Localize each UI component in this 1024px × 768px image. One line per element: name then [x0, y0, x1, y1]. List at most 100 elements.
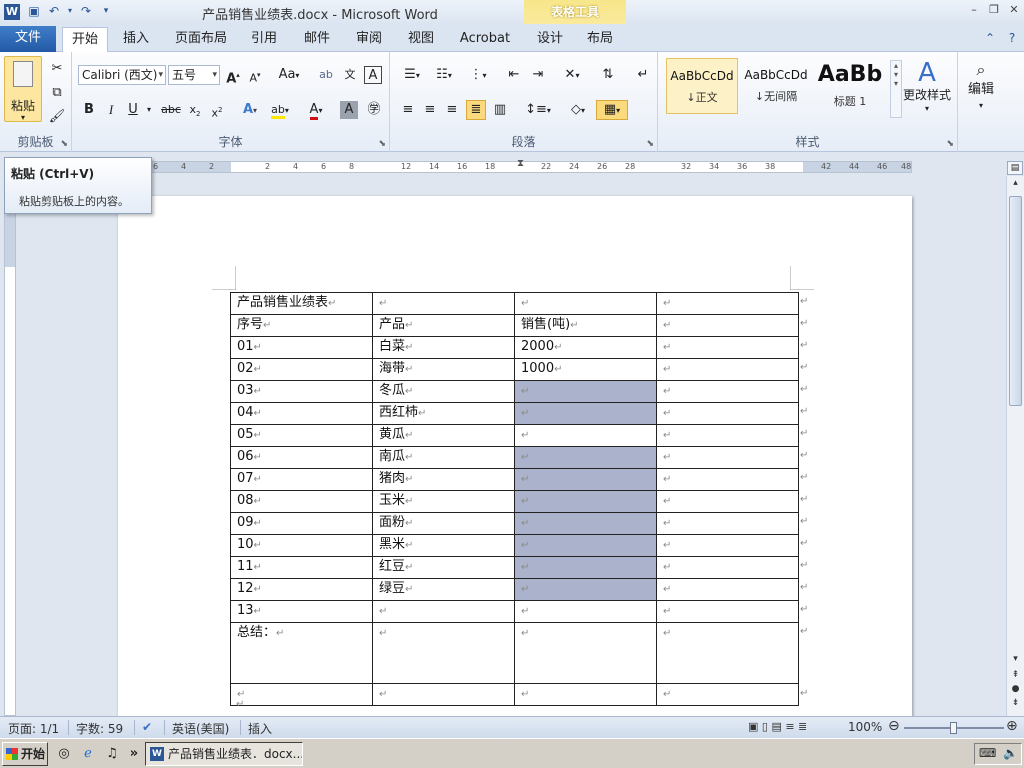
status-language[interactable]: 英语(美国): [172, 720, 229, 737]
table-cell[interactable]: ↵: [656, 380, 799, 403]
table-cell[interactable]: 07↵: [230, 468, 373, 491]
table-cell[interactable]: ↵: [372, 683, 515, 706]
tab-file[interactable]: 文件: [0, 26, 56, 52]
table-cell[interactable]: 08↵: [230, 490, 373, 513]
font-color-icon[interactable]: A▾: [304, 99, 328, 121]
table-cell[interactable]: 01↵: [230, 336, 373, 359]
clear-formatting-icon[interactable]: ab: [316, 64, 336, 86]
table-cell[interactable]: 02↵: [230, 358, 373, 381]
paragraph-launcher-icon[interactable]: ⬊: [646, 139, 654, 149]
copy-icon[interactable]: ⧉: [48, 82, 66, 104]
next-page-icon[interactable]: ⇟: [1009, 698, 1022, 708]
tab-acrobat[interactable]: Acrobat: [454, 27, 516, 52]
paste-button[interactable]: 粘贴 ▾: [4, 56, 42, 122]
table-cell[interactable]: ↵: [656, 468, 799, 491]
text-effects-icon[interactable]: A▾: [238, 99, 262, 121]
style-gallery-scroll[interactable]: ▴ ▾ ▾: [890, 60, 902, 118]
table-cell[interactable]: 黑米↵: [372, 534, 515, 557]
zoom-out-icon[interactable]: ⊖: [888, 718, 900, 734]
table-cell[interactable]: ↵: [514, 446, 657, 469]
table-cell[interactable]: ↵: [514, 292, 657, 315]
table-cell[interactable]: ↵: [656, 534, 799, 557]
tab-view[interactable]: 视图: [401, 27, 441, 52]
highlight-icon[interactable]: ab▾: [268, 99, 292, 121]
underline-icon[interactable]: U: [124, 99, 142, 121]
enclose-characters-icon[interactable]: ㊫: [364, 99, 384, 121]
decrease-indent-icon[interactable]: ⇤: [504, 64, 524, 86]
table-cell[interactable]: ↵: [372, 622, 515, 684]
zoom-level[interactable]: 100%: [848, 720, 882, 734]
justify-icon[interactable]: ≣: [466, 100, 486, 120]
table-cell[interactable]: 2000↵: [514, 336, 657, 359]
table-cell[interactable]: 玉米↵: [372, 490, 515, 513]
table-cell[interactable]: 序号↵: [230, 314, 373, 337]
table-row[interactable]: 产品销售业绩表↵ ↵ ↵ ↵: [230, 292, 799, 315]
table-cell[interactable]: ↵: [656, 314, 799, 337]
table-cell[interactable]: ↵: [230, 683, 373, 706]
taskbar-word-document[interactable]: W 产品销售业绩表．docx...: [145, 742, 303, 766]
help-icon[interactable]: ?: [1004, 30, 1020, 46]
numbering-icon[interactable]: ☷▾: [430, 64, 458, 86]
table-cell[interactable]: ↵: [656, 292, 799, 315]
table-cell[interactable]: ↵: [656, 336, 799, 359]
tab-mailings[interactable]: 邮件: [297, 27, 337, 52]
table-cell[interactable]: ↵: [514, 490, 657, 513]
media-icon[interactable]: ♫: [104, 746, 120, 762]
styles-launcher-icon[interactable]: ⬊: [946, 139, 954, 149]
document-page[interactable]: 产品销售业绩表↵ ↵ ↵ ↵ 序号↵ 产品↵ 销售(吨)↵ ↵ 01↵ 白菜↵ 2000↵ ↵ 02↵ 海…: [118, 196, 912, 716]
table-row[interactable]: 序号↵ 产品↵ 销售(吨)↵ ↵: [230, 314, 799, 337]
change-styles-button[interactable]: A 更改样式 ▾: [902, 58, 952, 118]
table-row[interactable]: 08↵ 玉米↵ ↵ ↵: [230, 490, 799, 513]
table-cell[interactable]: ↵: [656, 512, 799, 535]
sort-icon[interactable]: ⇅: [598, 64, 618, 86]
status-page[interactable]: 页面: 1/1: [8, 720, 59, 737]
table-cell[interactable]: ↵: [514, 402, 657, 425]
minimize-ribbon-icon[interactable]: ⌃: [982, 30, 998, 46]
table-cell[interactable]: 03↵: [230, 380, 373, 403]
vertical-ruler[interactable]: [4, 196, 16, 716]
table-row[interactable]: 09↵ 面粉↵ ↵ ↵: [230, 512, 799, 535]
table-cell[interactable]: 1000↵: [514, 358, 657, 381]
align-left-icon[interactable]: ≡: [398, 99, 418, 121]
table-cell[interactable]: ↵: [514, 600, 657, 623]
tab-insert[interactable]: 插入: [116, 27, 156, 52]
table-cell[interactable]: ↵: [656, 600, 799, 623]
view-ruler-icon[interactable]: ▤: [1007, 161, 1023, 175]
table-cell[interactable]: ↵: [656, 402, 799, 425]
status-word-count[interactable]: 字数: 59: [76, 720, 123, 737]
table-cell[interactable]: 冬瓜↵: [372, 380, 515, 403]
tab-home[interactable]: 开始: [62, 27, 108, 52]
tab-design[interactable]: 设计: [530, 27, 570, 52]
subscript-icon[interactable]: x2: [186, 99, 204, 121]
start-button[interactable]: 开始: [2, 742, 48, 766]
table-cell[interactable]: 西红柿↵: [372, 402, 515, 425]
clipboard-launcher-icon[interactable]: ⬊: [60, 139, 68, 149]
table-row[interactable]: 01↵ 白菜↵ 2000↵ ↵: [230, 336, 799, 359]
format-painter-icon[interactable]: 🖌: [48, 106, 66, 128]
table-cell[interactable]: ↵: [514, 380, 657, 403]
table-cell[interactable]: 红豆↵: [372, 556, 515, 579]
internet-explorer-icon[interactable]: ℯ: [80, 746, 96, 762]
tab-references[interactable]: 引用: [244, 27, 284, 52]
bold-icon[interactable]: B: [80, 99, 98, 121]
increase-indent-icon[interactable]: ⇥: [528, 64, 548, 86]
horizontal-ruler[interactable]: 6 4 2 2 4 6 8 12 14 16 18 22 24 26 28 32…: [120, 158, 912, 173]
scroll-thumb[interactable]: [1009, 196, 1022, 406]
table-cell[interactable]: ↵: [514, 468, 657, 491]
table-row[interactable]: 10↵ 黑米↵ ↵ ↵: [230, 534, 799, 557]
table-cell[interactable]: 09↵: [230, 512, 373, 535]
scroll-up-icon[interactable]: ▴: [1009, 178, 1022, 188]
borders-icon[interactable]: ▦▾: [596, 100, 628, 120]
distributed-icon[interactable]: ▥: [490, 99, 510, 121]
table-cell[interactable]: 绿豆↵: [372, 578, 515, 601]
document-area[interactable]: 产品销售业绩表↵ ↵ ↵ ↵ 序号↵ 产品↵ 销售(吨)↵ ↵ 01↵ 白菜↵ 2000↵ ↵ 02↵ 海…: [22, 176, 1006, 716]
character-shading-icon[interactable]: A: [340, 101, 358, 119]
table-cell[interactable]: ↵: [656, 556, 799, 579]
table-cell[interactable]: ↵: [514, 683, 657, 706]
align-center-icon[interactable]: ≡: [420, 99, 440, 121]
table-cell[interactable]: ↵: [656, 424, 799, 447]
table-cell[interactable]: 海带↵: [372, 358, 515, 381]
font-name-combo[interactable]: Calibri (西文) ▾: [78, 65, 166, 85]
table-cell[interactable]: 白菜↵: [372, 336, 515, 359]
table-cell[interactable]: ↵: [514, 534, 657, 557]
